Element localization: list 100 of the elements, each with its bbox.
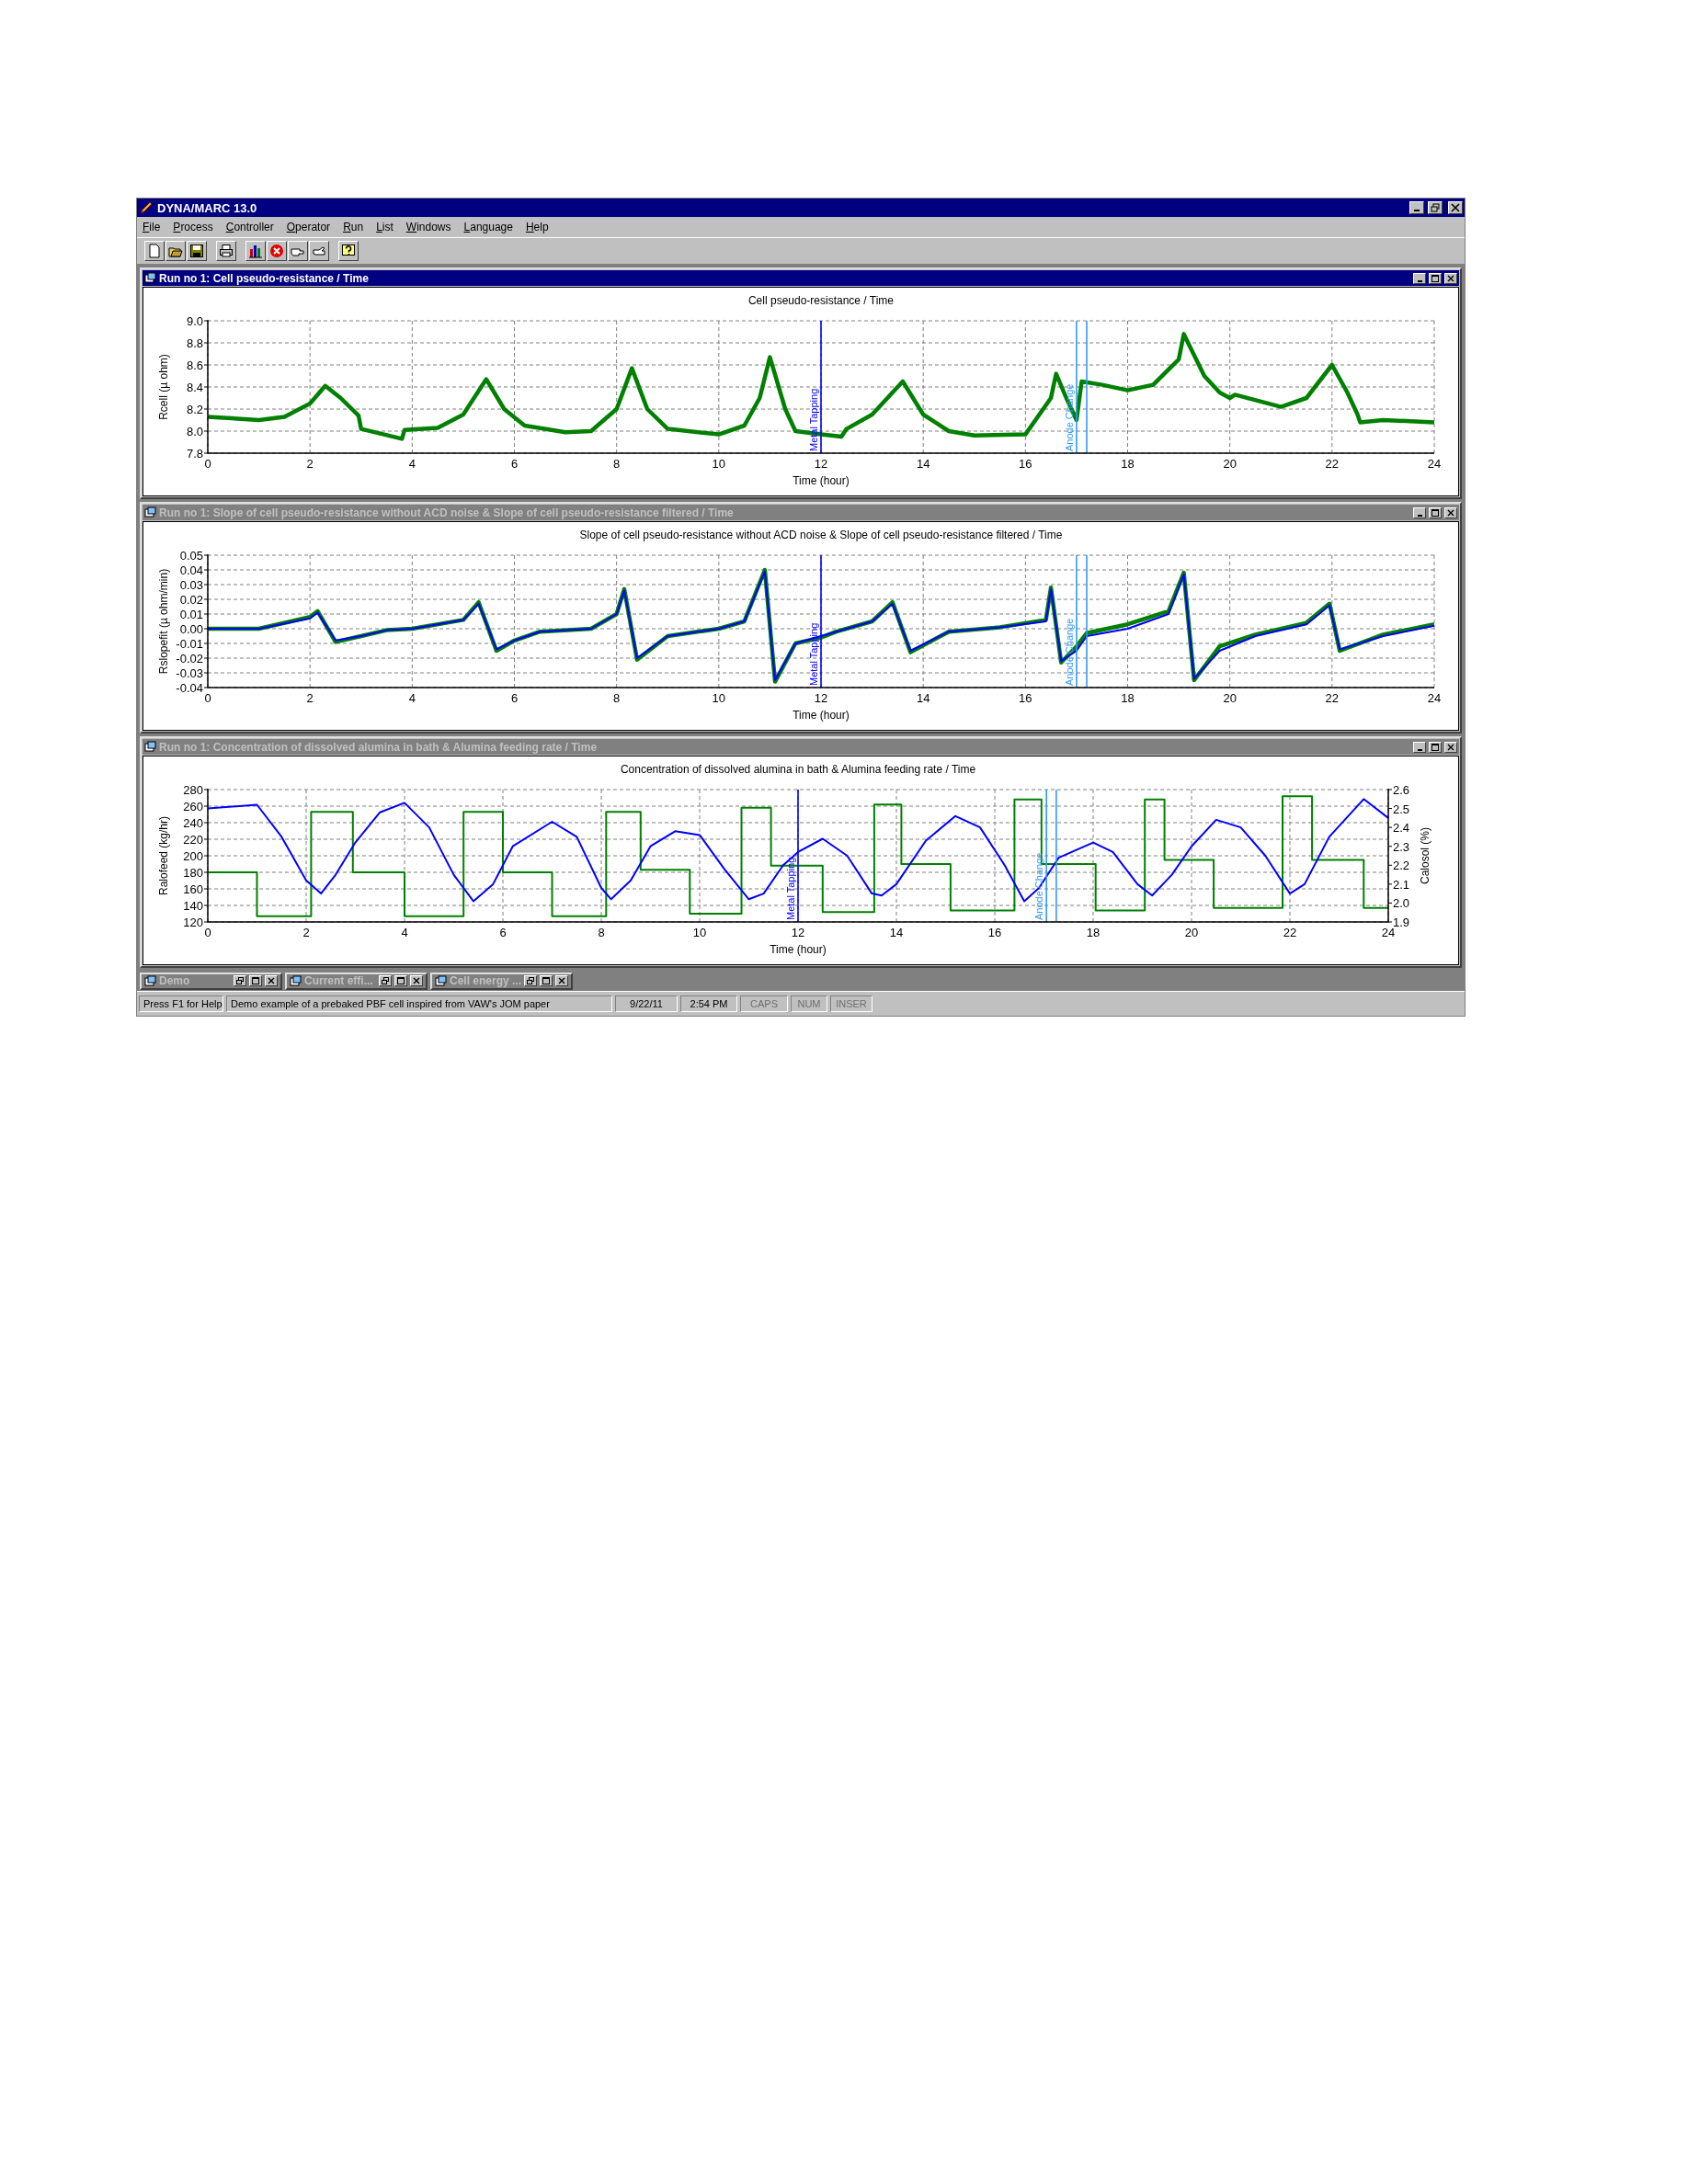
axis-tick-label: 6 — [499, 926, 507, 939]
axis-tick-label: 20 — [1223, 691, 1237, 705]
axis-tick-label: 0 — [204, 926, 211, 939]
axis-tick-label: 160 — [183, 882, 203, 896]
axis-label: Rslopefit (µ ohm/min) — [157, 568, 170, 675]
marker-label: Metal Tapping — [808, 622, 819, 686]
axis-tick-label: 2.2 — [1393, 859, 1410, 873]
status-field: 9/22/11 — [615, 995, 678, 1012]
axis-tick-label: 8.4 — [186, 381, 203, 394]
marker-label: Metal Tapping — [785, 857, 796, 920]
axis-tick-label: 18 — [1121, 457, 1135, 471]
axis-tick-label: 2.1 — [1393, 877, 1410, 892]
axis-tick-label: 220 — [183, 833, 203, 847]
axis-tick-label: 14 — [916, 457, 930, 471]
axis-tick-label: 7.8 — [186, 447, 203, 461]
axis-tick-label: 4 — [401, 926, 408, 939]
axis-tick-label: 22 — [1325, 691, 1340, 705]
axis-tick-label: 12 — [814, 457, 828, 471]
status-field: 2:54 PM — [680, 995, 737, 1012]
axis-tick-label: 280 — [183, 783, 203, 797]
axis-tick-label: 0.00 — [179, 622, 203, 636]
status-field: Press F1 for Help — [139, 995, 223, 1012]
axis-tick-label: 8 — [598, 926, 605, 939]
chart-title: Concentration of dissolved alumina in bath & Alumina feeding rate / Time — [620, 763, 976, 776]
axis-tick-label: 8 — [613, 691, 621, 705]
window-title: DYNA/MARC 13.0 — [157, 200, 258, 215]
axis-tick-label: 18 — [1121, 691, 1135, 705]
axis-tick-label: 16 — [1019, 691, 1032, 705]
axis-tick-label: 12 — [791, 926, 805, 939]
axis-tick-label: 0.02 — [179, 593, 203, 607]
axis-tick-label: 20 — [1184, 926, 1199, 939]
axis-tick-label: 14 — [889, 926, 904, 939]
chart-window-title: Run no 1: Cell pseudo-resistance / Time — [159, 271, 370, 285]
status-field: INSER — [830, 995, 873, 1012]
status-field: NUM — [791, 995, 827, 1012]
axis-tick-label: 2 — [306, 691, 314, 705]
axis-tick-label: 10 — [712, 691, 726, 705]
axis-tick-label: 24 — [1427, 691, 1442, 705]
marker-label: Metal Tapping — [808, 388, 819, 451]
marker-label: Anode Change — [1033, 852, 1045, 920]
axis-label: Calosol (%) — [1419, 827, 1431, 884]
chart-window-title: Run no 1: Slope of cell pseudo-resistance without ACD noise & Slope of cell pseudo-resistance filtered / Time — [159, 506, 735, 519]
axis-tick-label: 10 — [712, 457, 726, 471]
axis-tick-label: -0.03 — [176, 666, 203, 680]
axis-tick-label: 8.2 — [186, 403, 203, 416]
axis-tick-label: 0 — [204, 691, 211, 705]
axis-tick-label: 22 — [1325, 457, 1340, 471]
axis-tick-label: 8.6 — [186, 358, 203, 372]
axis-tick-label: 0.05 — [179, 549, 203, 563]
axis-tick-label: 20 — [1223, 457, 1237, 471]
axis-label: Time (hour) — [793, 474, 850, 487]
axis-tick-label: 1.9 — [1393, 916, 1410, 929]
axis-tick-label: 0.03 — [179, 578, 203, 592]
status-field: Demo example of a prebaked PBF cell inspired from VAW's JOM paper — [226, 995, 612, 1012]
axis-tick-label: -0.04 — [176, 681, 203, 695]
axis-tick-label: 140 — [183, 899, 203, 913]
axis-tick-label: 200 — [183, 849, 203, 863]
axis-tick-label: 4 — [408, 691, 416, 705]
axis-tick-label: 18 — [1086, 926, 1101, 939]
axis-tick-label: 10 — [692, 926, 707, 939]
minimized-window-title: Current effi... — [304, 974, 374, 987]
axis-label: Ralofeed (kg/hr) — [157, 816, 170, 895]
axis-tick-label: 2 — [306, 457, 314, 471]
axis-tick-label: 8 — [613, 457, 621, 471]
axis-label: Rcell (µ ohm) — [157, 354, 170, 420]
axis-tick-label: 2.4 — [1393, 821, 1410, 836]
marker-label: Anode Change — [1063, 383, 1075, 451]
axis-tick-label: 2 — [302, 926, 310, 939]
axis-tick-label: 9.0 — [186, 314, 203, 328]
status-field: CAPS — [740, 995, 788, 1012]
minimized-window-title: Demo — [159, 974, 191, 987]
axis-tick-label: 16 — [987, 926, 1002, 939]
axis-tick-label: 180 — [183, 866, 203, 880]
axis-tick-label: 24 — [1427, 457, 1442, 471]
marker-label: Anode Change — [1063, 618, 1075, 686]
axis-tick-label: 2.3 — [1393, 839, 1410, 854]
axis-tick-label: 6 — [510, 457, 519, 471]
axis-tick-label: 8.0 — [186, 425, 203, 438]
axis-tick-label: 260 — [183, 800, 203, 813]
axis-label: Time (hour) — [770, 943, 827, 956]
axis-tick-label: 12 — [814, 691, 828, 705]
axis-tick-label: 4 — [408, 457, 416, 471]
minimized-window-title: Cell energy ... — [450, 974, 521, 987]
axis-tick-label: 22 — [1283, 926, 1297, 939]
axis-tick-label: 2.6 — [1393, 783, 1410, 797]
axis-tick-label: 24 — [1381, 926, 1396, 939]
axis-tick-label: 6 — [510, 691, 519, 705]
axis-tick-label: 2.0 — [1393, 896, 1410, 911]
axis-tick-label: 120 — [183, 916, 203, 929]
axis-tick-label: 0 — [204, 457, 211, 471]
axis-tick-label: -0.01 — [176, 637, 203, 651]
chart-title: Slope of cell pseudo-resistance without ACD noise & Slope of cell pseudo-resistance filtered / Time — [579, 529, 1063, 541]
axis-tick-label: 0.01 — [179, 608, 203, 621]
axis-label: Time (hour) — [793, 709, 850, 722]
axis-tick-label: 2.5 — [1393, 802, 1410, 816]
axis-tick-label: 0.04 — [179, 563, 203, 577]
chart-title: Cell pseudo-resistance / Time — [747, 294, 895, 307]
axis-tick-label: 8.8 — [186, 336, 203, 350]
axis-tick-label: 14 — [916, 691, 930, 705]
chart-window-title: Run no 1: Concentration of dissolved alumina in bath & Alumina feeding rate / Time — [159, 740, 599, 754]
